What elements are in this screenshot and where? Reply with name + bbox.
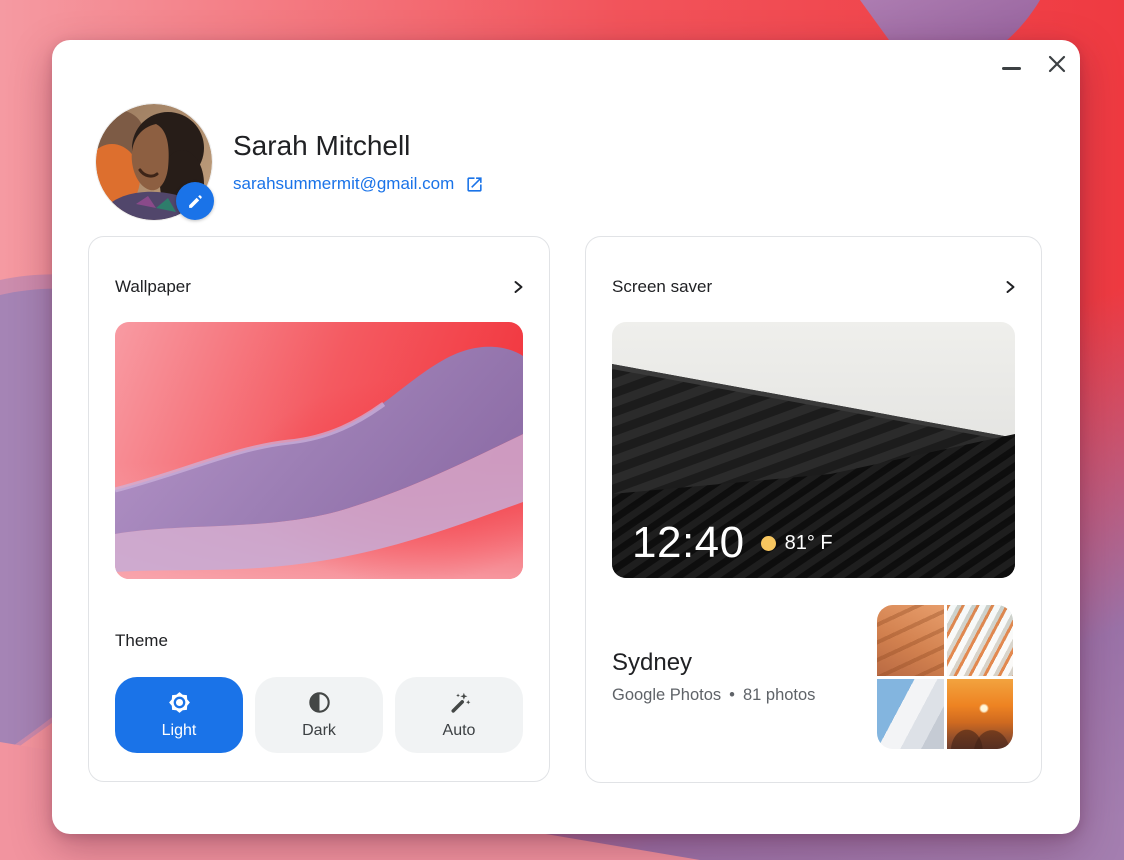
profile-email: sarahsummermit@gmail.com [233,174,454,194]
collage-photo-1 [877,605,944,676]
brightness-icon [167,690,192,715]
theme-dark-button[interactable]: Dark [255,677,383,753]
album-count: 81 photos [743,686,815,705]
magic-wand-icon [447,690,472,715]
collage-photo-4 [947,679,1014,750]
theme-dark-label: Dark [302,722,336,740]
theme-light-label: Light [162,722,197,740]
theme-auto-label: Auto [443,722,476,740]
account-link[interactable]: sarahsummermit@gmail.com [233,174,484,194]
theme-auto-button[interactable]: Auto [395,677,523,753]
close-button[interactable] [1044,51,1070,77]
theme-light-button[interactable]: Light [115,677,243,753]
screensaver-card-header[interactable]: Screen saver [612,275,1017,299]
clock-time: 12:40 [632,520,745,566]
edit-avatar-button[interactable] [176,182,214,220]
close-icon [1046,53,1068,75]
clock-temperature: 81° F [785,532,833,555]
wallpaper-card-header[interactable]: Wallpaper [115,275,525,299]
album-photo-collage[interactable] [877,605,1013,749]
minimize-button[interactable] [998,55,1024,81]
profile-avatar[interactable] [96,104,212,220]
screensaver-album-row: Sydney Google Photos • 81 photos [612,605,1013,749]
album-subtitle: Google Photos • 81 photos [612,686,815,705]
collage-photo-3 [877,679,944,750]
minimize-icon [1002,67,1021,70]
chevron-right-icon [512,280,525,294]
theme-label: Theme [115,631,168,651]
wallpaper-title: Wallpaper [115,277,191,297]
wallpaper-card: Wallpaper [88,236,550,782]
contrast-icon [307,690,332,715]
personalization-window: Sarah Mitchell sarahsummermit@gmail.com … [52,40,1080,834]
collage-photo-2 [947,605,1014,676]
screensaver-card: Screen saver [585,236,1042,783]
screensaver-preview[interactable]: 12:40 81° F [612,322,1015,578]
theme-options: Light Dark Auto [115,677,523,753]
sun-icon [761,536,776,551]
album-name: Sydney [612,649,815,677]
album-info: Sydney Google Photos • 81 photos [612,649,815,705]
chevron-right-icon [1004,280,1017,294]
album-source: Google Photos [612,686,721,705]
profile-name: Sarah Mitchell [233,128,410,164]
external-link-icon [465,175,484,194]
desktop: Sarah Mitchell sarahsummermit@gmail.com … [0,0,1124,860]
album-separator: • [729,686,735,705]
wallpaper-preview[interactable] [115,322,523,579]
pencil-icon [187,193,204,210]
screensaver-clock: 12:40 81° F [632,520,833,566]
screensaver-title: Screen saver [612,277,712,297]
